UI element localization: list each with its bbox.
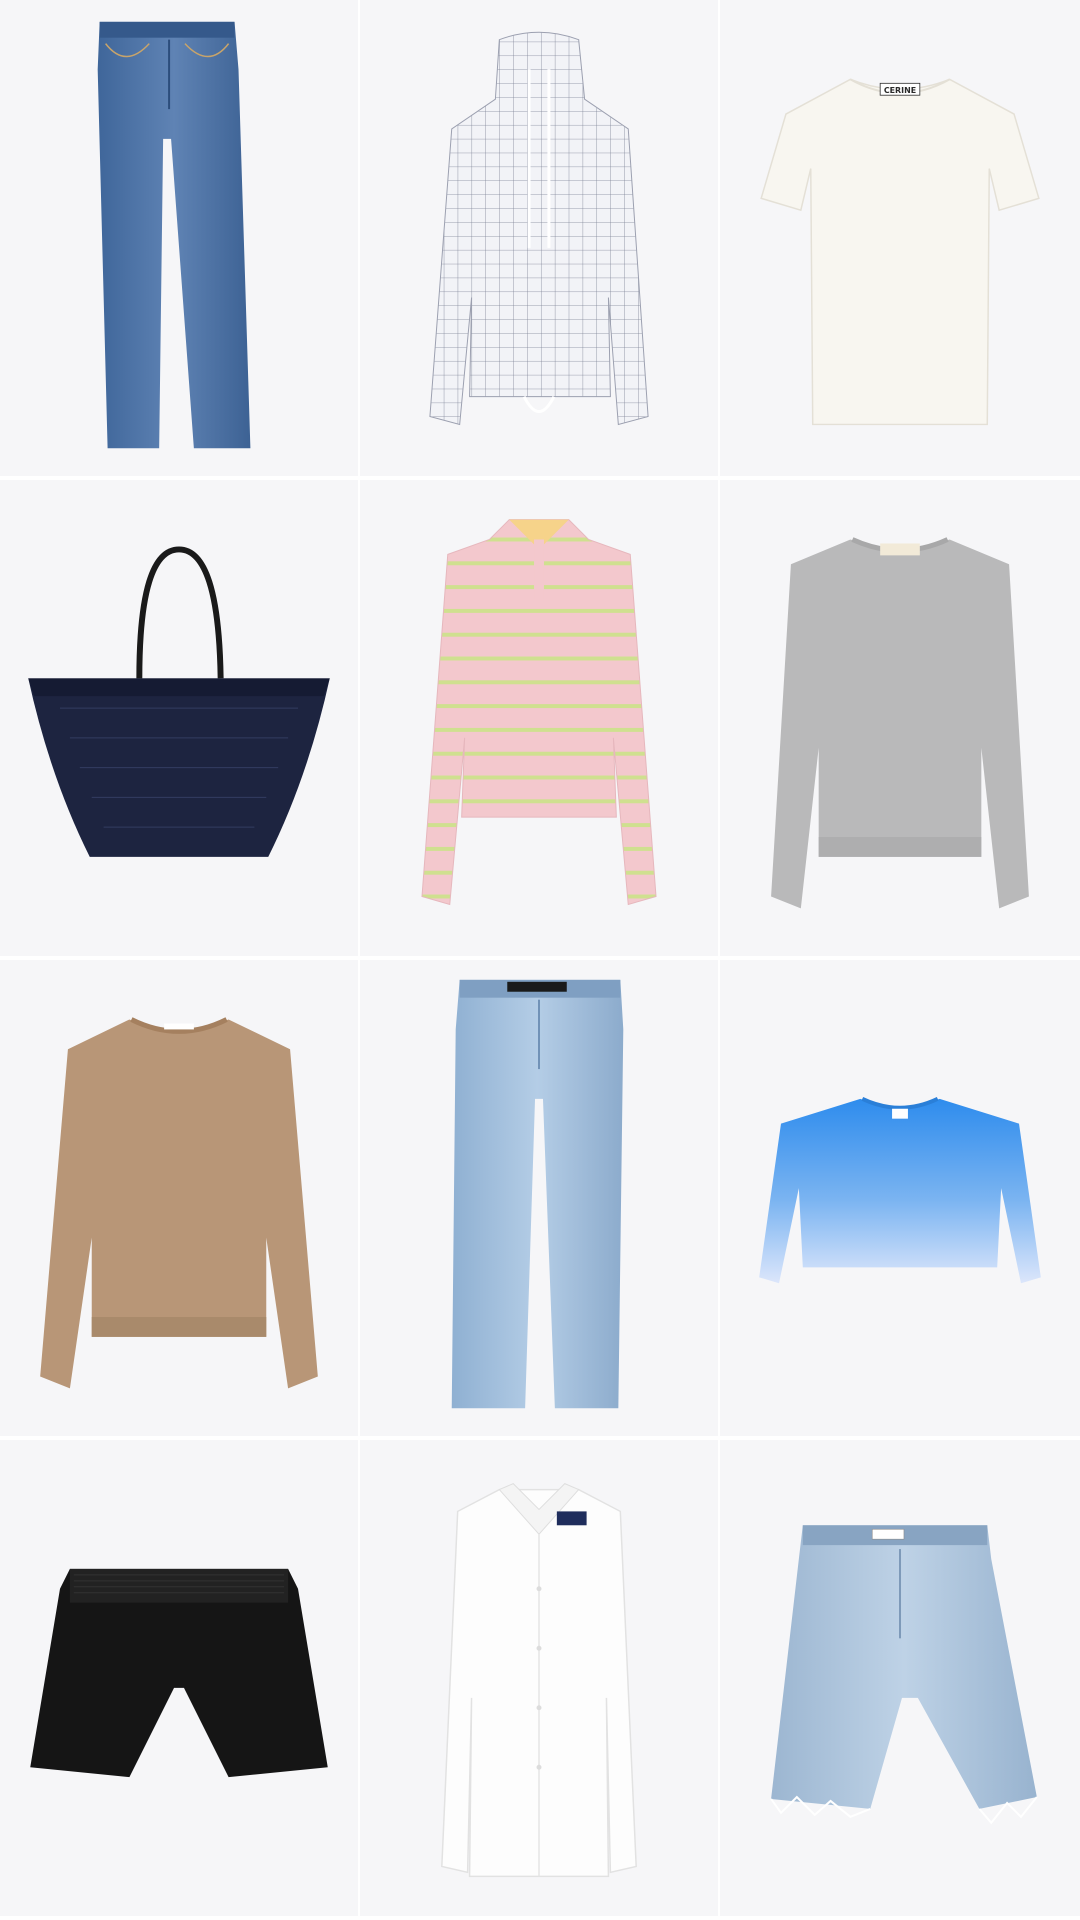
product-tile-straight-leg-jeans[interactable] xyxy=(0,0,360,480)
sweatshirt-icon xyxy=(40,1017,318,1389)
product-tile-black-shorts[interactable] xyxy=(0,1440,360,1920)
pullover-icon xyxy=(429,31,649,426)
denim-shorts-icon xyxy=(770,1525,1038,1825)
shorts-icon xyxy=(30,1568,328,1778)
product-tile-blue-ombre-sweatshirt[interactable] xyxy=(720,960,1080,1440)
product-tile-pink-striped-polo-sweater[interactable] xyxy=(360,480,720,960)
sweatshirt-icon xyxy=(771,537,1029,909)
product-tile-denim-cutoff-shorts[interactable] xyxy=(720,1440,1080,1920)
jeans-icon xyxy=(451,979,624,1409)
product-grid: CERINE xyxy=(0,0,1080,1920)
product-tile-camel-sweatshirt[interactable] xyxy=(0,960,360,1440)
svg-text:CERINE: CERINE xyxy=(884,86,916,95)
product-tile-grid-check-funnel-neck-top[interactable] xyxy=(360,0,720,480)
product-tile-navy-straw-tote[interactable] xyxy=(0,480,360,960)
tote-bag-icon xyxy=(28,546,330,857)
jeans-icon xyxy=(97,21,251,449)
product-tile-light-wash-jeans[interactable] xyxy=(360,960,720,1440)
tshirt-icon: CERINE xyxy=(760,78,1040,426)
shirt-icon xyxy=(441,1483,637,1878)
sweater-icon xyxy=(421,519,657,906)
product-tile-white-button-shirt[interactable] xyxy=(360,1440,720,1920)
sweatshirt-icon xyxy=(759,1097,1041,1284)
product-tile-grey-sweatshirt[interactable] xyxy=(720,480,1080,960)
product-tile-white-tee[interactable]: CERINE xyxy=(720,0,1080,480)
